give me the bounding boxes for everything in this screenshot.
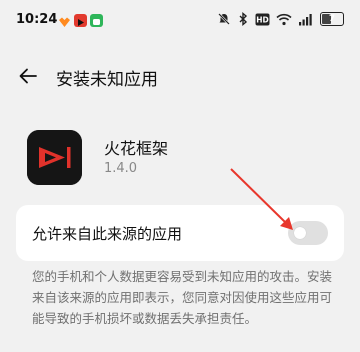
mute-icon xyxy=(218,13,230,25)
status-bar: 10:24 HD 7 xyxy=(0,0,360,40)
battery-level: 7 xyxy=(328,14,336,24)
heart-app-icon xyxy=(58,14,71,27)
status-time: 10:24 xyxy=(16,12,58,27)
wifi-icon xyxy=(276,13,292,25)
warning-text: 您的手机和个人数据更容易受到未知应用的攻击。安装来自该来源的应用即表示，您同意对… xyxy=(32,269,333,326)
allow-source-toggle[interactable] xyxy=(288,221,328,245)
notification-icons xyxy=(58,12,103,28)
allow-source-card[interactable]: 允许来自此来源的应用 xyxy=(16,205,344,261)
video-app-icon xyxy=(74,13,87,27)
app-name: 火花框架 xyxy=(104,139,169,158)
battery-icon: 7 xyxy=(320,12,344,26)
header: 安装未知应用 xyxy=(0,58,360,94)
allow-source-label: 允许来自此来源的应用 xyxy=(32,225,183,243)
bluetooth-icon xyxy=(239,12,248,26)
status-right-icons: HD 7 xyxy=(217,10,344,28)
back-arrow-icon xyxy=(19,68,37,84)
signal-icon xyxy=(299,13,312,25)
chat-app-icon xyxy=(90,13,103,27)
toggle-knob xyxy=(294,227,306,239)
back-button[interactable] xyxy=(16,64,40,88)
svg-text:HD: HD xyxy=(256,15,269,24)
app-icon xyxy=(27,130,82,185)
hd-icon: HD xyxy=(255,13,270,25)
page-title: 安装未知应用 xyxy=(56,70,158,90)
app-version: 1.4.0 xyxy=(104,161,138,176)
